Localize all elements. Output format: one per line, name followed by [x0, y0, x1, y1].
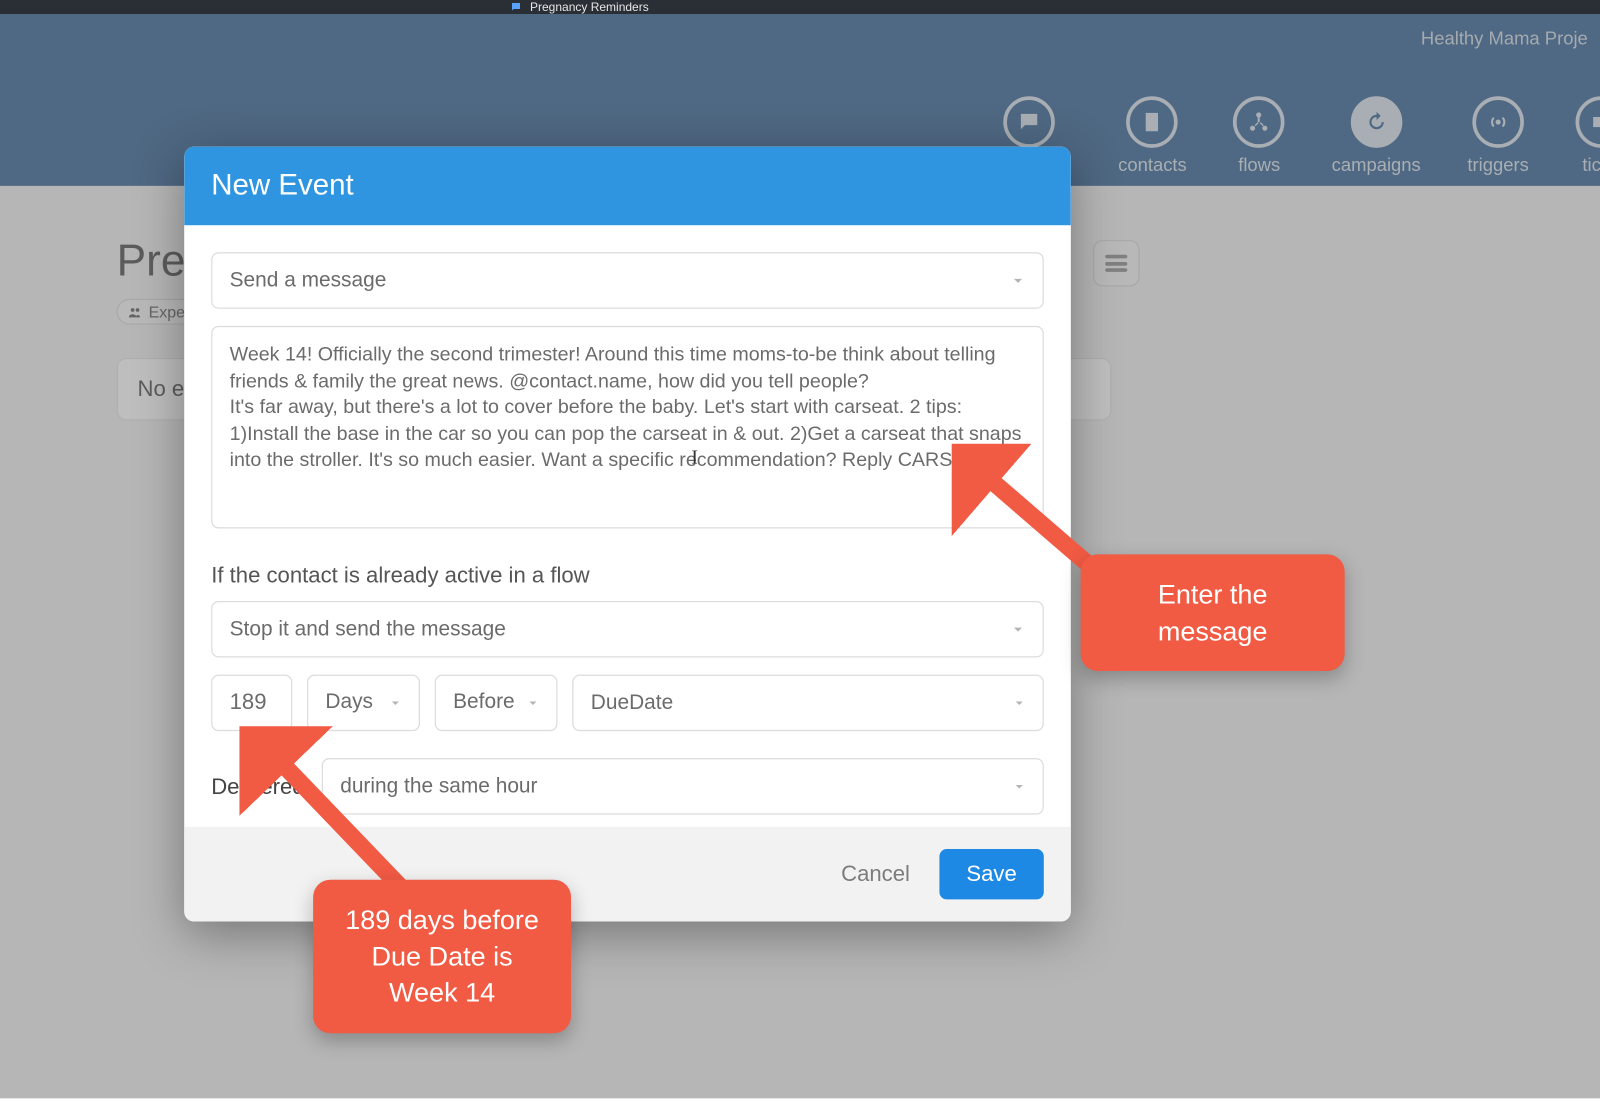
event-action-value: Send a message — [230, 268, 387, 291]
save-button[interactable]: Save — [939, 849, 1043, 899]
active-flow-label: If the contact is already active in a fl… — [211, 563, 1044, 589]
browser-tab-label: Pregnancy Reminders — [530, 0, 649, 14]
browser-chrome: Pregnancy Reminders — [0, 0, 1600, 14]
message-text: Week 14! Officially the second trimester… — [230, 344, 1027, 471]
browser-tab[interactable]: Pregnancy Reminders — [510, 0, 750, 14]
chat-icon — [510, 1, 522, 13]
offset-value: 189 — [230, 689, 267, 714]
annotation-callout-days: 189 days before Due Date is Week 14 — [313, 880, 571, 1034]
chevron-down-icon — [1011, 694, 1028, 711]
offset-field-select[interactable]: DueDate — [572, 675, 1043, 731]
event-action-select[interactable]: Send a message — [211, 252, 1044, 308]
active-flow-value: Stop it and send the message — [230, 617, 506, 640]
annotation-callout-message: Enter the message — [1081, 554, 1345, 671]
offset-unit-select[interactable]: Days — [307, 675, 420, 731]
cancel-button[interactable]: Cancel — [841, 861, 910, 887]
active-flow-select[interactable]: Stop it and send the message — [211, 601, 1044, 657]
modal-title: New Event — [184, 147, 1071, 226]
offset-unit-value: Days — [325, 689, 373, 712]
offset-direction-select[interactable]: Before — [435, 675, 558, 731]
offset-direction-value: Before — [453, 689, 515, 712]
offset-field-value: DueDate — [591, 691, 673, 714]
chevron-down-icon — [1008, 619, 1028, 639]
chevron-down-icon — [524, 694, 541, 711]
offset-value-input[interactable]: 189 — [211, 675, 292, 731]
chevron-down-icon — [1011, 778, 1028, 795]
chevron-down-icon — [387, 694, 404, 711]
text-caret-icon: I — [691, 445, 698, 472]
message-textarea[interactable]: Week 14! Officially the second trimester… — [211, 326, 1044, 529]
chevron-down-icon — [1008, 271, 1028, 291]
